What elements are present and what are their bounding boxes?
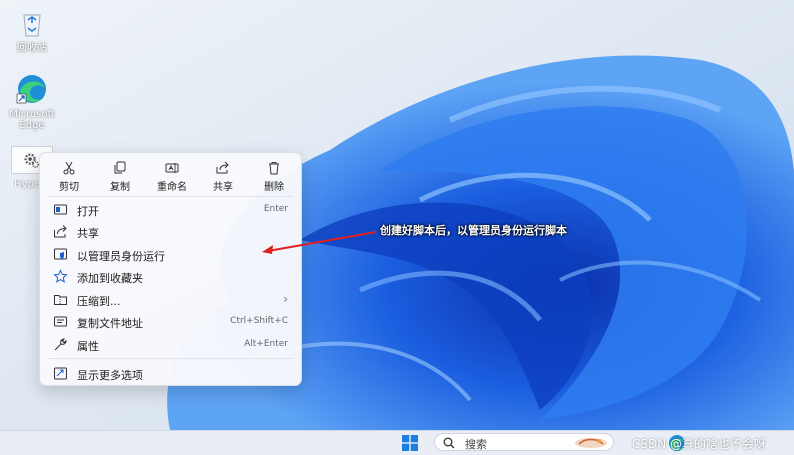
menu-item-label: 共享	[77, 227, 99, 240]
desktop-icon-recycle-bin[interactable]: 回收站	[2, 6, 62, 54]
search-highlight-illustration	[575, 438, 607, 448]
menu-divider	[48, 358, 293, 359]
menu-item-add-to-favorites[interactable]: 添加到收藏夹	[46, 266, 296, 287]
edge-icon	[15, 72, 49, 106]
copy-icon	[114, 161, 126, 174]
menu-divider	[48, 196, 293, 197]
menu-item-properties[interactable]: 属性 Alt+Enter	[46, 334, 296, 355]
menu-item-label: 显示更多选项	[77, 369, 143, 382]
rename-icon	[165, 163, 179, 173]
taskbar: 搜索 CSDN @真的啥也不会呀	[0, 430, 794, 455]
menu-item-label: 添加到收藏夹	[77, 272, 143, 285]
context-menu-toolbar: 剪切 复制 重命名 共享 删除	[40, 153, 301, 195]
recycle-bin-icon	[15, 6, 49, 40]
menu-item-shortcut: Enter	[263, 204, 288, 214]
menu-item-show-more-options[interactable]: 显示更多选项	[46, 363, 296, 384]
copy-button[interactable]: 复制	[96, 157, 144, 193]
desktop-icon-label: 回收站	[17, 43, 47, 54]
desktop-icon-label: Microsoft Edge	[9, 109, 55, 131]
delete-button[interactable]: 删除	[250, 157, 298, 193]
toolbar-label: 共享	[213, 182, 233, 193]
rename-button[interactable]: 重命名	[148, 157, 196, 193]
menu-item-open[interactable]: 打开 Enter	[46, 199, 296, 220]
desktop-icon-edge[interactable]: Microsoft Edge	[2, 72, 62, 131]
chevron-right-icon: ›	[283, 292, 288, 306]
context-menu: 剪切 复制 重命名 共享 删除 打开 Enter 共享 以管理员身份运行 添加到…	[39, 152, 302, 386]
share-icon	[216, 161, 229, 174]
toolbar-label: 复制	[110, 182, 130, 193]
copy-path-icon	[53, 314, 68, 329]
toolbar-label: 剪切	[59, 182, 79, 193]
menu-item-shortcut: Alt+Enter	[244, 339, 288, 349]
taskbar-search-box[interactable]: 搜索	[434, 433, 614, 451]
menu-item-label: 压缩到...	[77, 295, 121, 308]
star-icon	[53, 269, 68, 284]
watermark-text: CSDN @真的啥也不会呀	[632, 437, 767, 451]
cut-button[interactable]: 剪切	[45, 157, 93, 193]
annotation-arrow	[262, 231, 377, 254]
toolbar-label: 重命名	[157, 182, 187, 193]
annotation-text: 创建好脚本后，以管理员身份运行脚本	[380, 224, 567, 237]
more-options-icon	[53, 366, 68, 381]
open-icon	[53, 202, 68, 217]
wrench-icon	[53, 337, 68, 352]
menu-item-copy-as-path[interactable]: 复制文件地址 Ctrl+Shift+C	[46, 311, 296, 332]
start-windows-icon[interactable]	[402, 435, 418, 451]
menu-item-compress-to[interactable]: 压缩到... ›	[46, 289, 296, 310]
shield-icon	[53, 247, 68, 262]
zip-folder-icon	[53, 292, 68, 307]
menu-item-label: 属性	[77, 340, 99, 353]
share-button[interactable]: 共享	[199, 157, 247, 193]
menu-item-label: 复制文件地址	[77, 317, 143, 330]
menu-item-shortcut: Ctrl+Shift+C	[230, 316, 288, 326]
search-placeholder: 搜索	[465, 438, 487, 451]
search-icon	[443, 437, 455, 449]
trash-icon	[269, 162, 279, 175]
share-icon	[53, 224, 68, 239]
toolbar-label: 删除	[264, 182, 284, 193]
desktop-icon-label: Hype	[14, 179, 40, 190]
scissors-icon	[63, 161, 75, 175]
menu-item-label: 以管理员身份运行	[77, 250, 165, 263]
gear-icon	[24, 153, 39, 168]
menu-item-label: 打开	[77, 205, 99, 218]
